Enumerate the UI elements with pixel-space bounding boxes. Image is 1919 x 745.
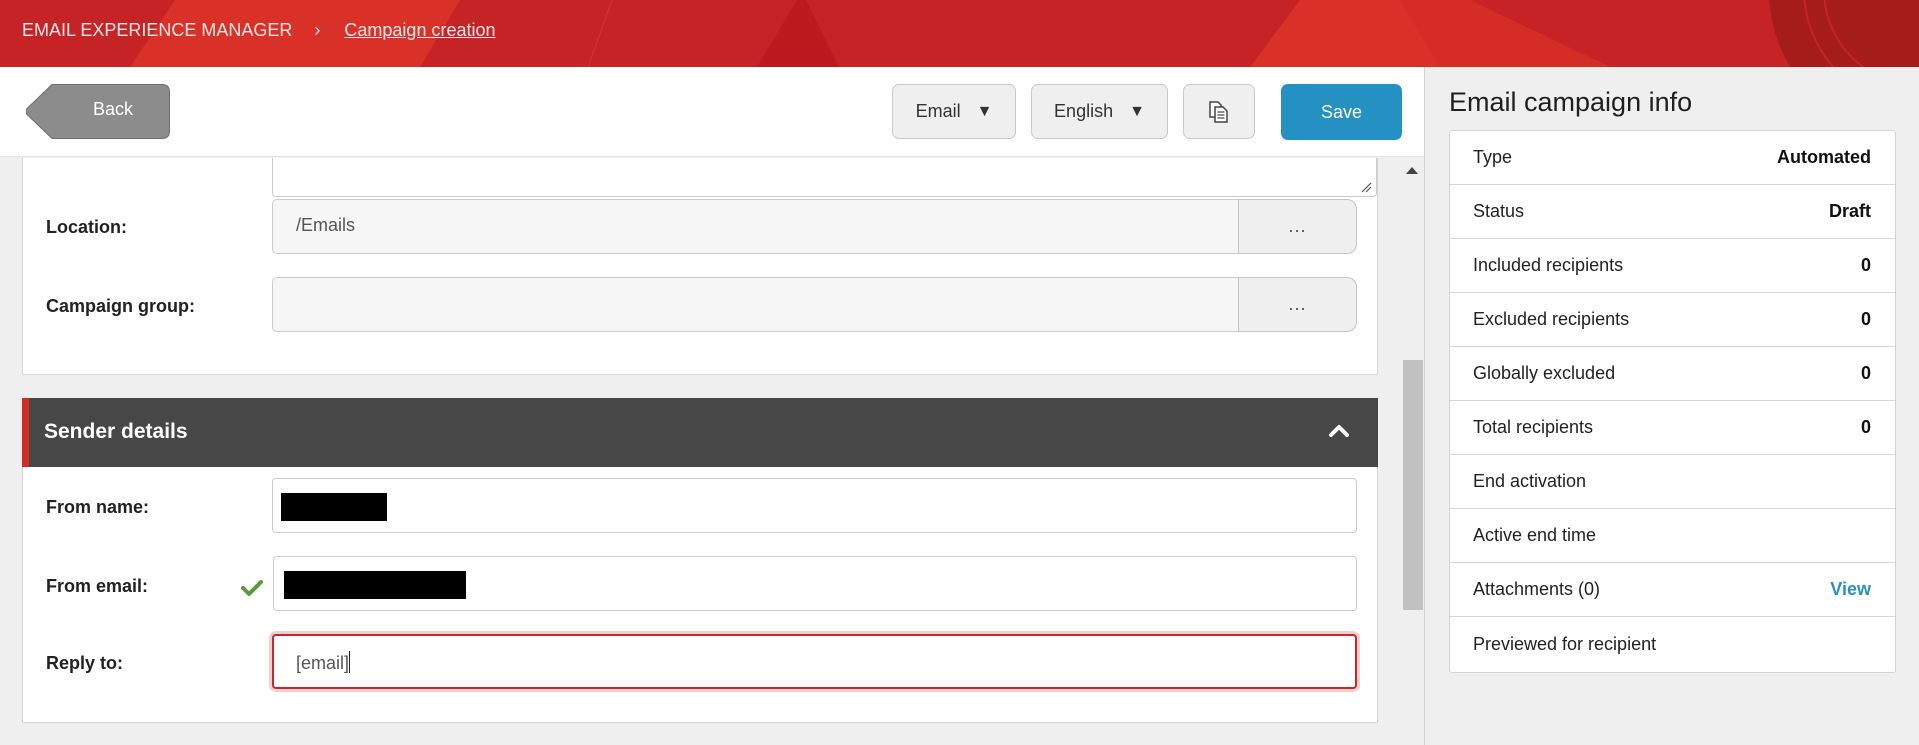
from-name-input[interactable] bbox=[272, 478, 1357, 533]
info-row-globally-excluded: Globally excluded 0 bbox=[1450, 347, 1895, 401]
text-cursor bbox=[349, 651, 351, 673]
redacted-value bbox=[281, 493, 387, 521]
campaign-form: Location: /Emails ... Campaign group: ..… bbox=[0, 158, 1424, 745]
language-select[interactable]: English ▼ bbox=[1031, 84, 1168, 139]
info-row-status: Status Draft bbox=[1450, 185, 1895, 239]
info-value: Draft bbox=[1828, 201, 1871, 221]
campaign-group-picker: ... bbox=[272, 277, 1357, 332]
info-label: Type bbox=[1473, 147, 1513, 167]
info-label: Status bbox=[1473, 201, 1525, 221]
info-label: Included recipients bbox=[1473, 255, 1624, 275]
info-label: Attachments (0) bbox=[1473, 579, 1601, 599]
info-value: Automated bbox=[1777, 147, 1871, 167]
campaign-group-input[interactable] bbox=[272, 277, 1238, 332]
info-value: 0 bbox=[1860, 255, 1871, 275]
breadcrumb-app-name[interactable]: EMAIL EXPERIENCE MANAGER bbox=[22, 20, 292, 41]
info-value: 0 bbox=[1860, 417, 1871, 437]
toolbar: Back Email ▼ English ▼ Save bbox=[0, 67, 1424, 157]
info-label: End activation bbox=[1473, 471, 1587, 491]
back-button-label: Back bbox=[92, 99, 134, 119]
from-name-label: From name: bbox=[46, 497, 150, 517]
scroll-up-arrow-icon[interactable] bbox=[1406, 167, 1418, 174]
copy-document-icon bbox=[1209, 100, 1228, 123]
section-title: Sender details bbox=[44, 420, 188, 443]
info-row-end-activation: End activation bbox=[1450, 455, 1895, 509]
save-button[interactable]: Save bbox=[1281, 84, 1402, 140]
location-input[interactable]: /Emails bbox=[272, 199, 1238, 254]
back-button[interactable]: Back bbox=[26, 84, 170, 139]
redacted-value bbox=[284, 571, 466, 599]
breadcrumb-separator-icon: › bbox=[314, 20, 321, 40]
info-row-attachments: Attachments (0) View bbox=[1450, 563, 1895, 617]
campaign-group-label: Campaign group: bbox=[46, 296, 195, 316]
info-label: Globally excluded bbox=[1473, 363, 1616, 383]
copy-button[interactable] bbox=[1183, 84, 1255, 139]
info-value: 0 bbox=[1860, 309, 1871, 329]
reply-to-value: [email] bbox=[296, 651, 351, 673]
info-label: Total recipients bbox=[1473, 417, 1594, 437]
description-textarea[interactable] bbox=[272, 158, 1377, 197]
breadcrumb: EMAIL EXPERIENCE MANAGER › Campaign crea… bbox=[22, 20, 496, 41]
panel-title: Email campaign info bbox=[1449, 87, 1693, 117]
info-list: Type Automated Status Draft Included recip… bbox=[1449, 130, 1896, 673]
reply-to-input[interactable]: [email] bbox=[272, 634, 1357, 689]
from-email-label: From email: bbox=[46, 576, 149, 596]
info-row-total-recipients: Total recipients 0 bbox=[1450, 401, 1895, 455]
location-label: Location: bbox=[46, 217, 127, 237]
sender-details-header[interactable]: Sender details bbox=[22, 398, 1378, 467]
scroll-thumb[interactable] bbox=[1403, 360, 1423, 610]
sender-details-card: From name: From email: Reply to: [email] bbox=[22, 467, 1378, 723]
caret-down-icon: ▼ bbox=[1129, 102, 1145, 120]
location-browse-button[interactable]: ... bbox=[1238, 199, 1357, 254]
info-row-excluded-recipients: Excluded recipients 0 bbox=[1450, 293, 1895, 347]
chevron-up-icon[interactable] bbox=[1328, 422, 1350, 438]
main-scrollbar[interactable] bbox=[1401, 158, 1424, 745]
campaign-info-panel: Email campaign info Type Automated Status… bbox=[1425, 67, 1919, 745]
info-label: Previewed for recipient bbox=[1473, 634, 1657, 654]
from-email-input[interactable] bbox=[273, 556, 1357, 611]
info-label: Excluded recipients bbox=[1473, 309, 1630, 329]
location-picker: /Emails ... bbox=[272, 199, 1357, 254]
info-row-previewed-for-recipient: Previewed for recipient bbox=[1450, 617, 1895, 672]
channel-select-value: Email bbox=[915, 101, 961, 121]
general-settings-card: Location: /Emails ... Campaign group: ..… bbox=[22, 158, 1378, 375]
breadcrumb-current-page[interactable]: Campaign creation bbox=[344, 20, 495, 41]
language-select-value: English bbox=[1054, 101, 1114, 121]
reply-to-label: Reply to: bbox=[46, 653, 124, 673]
resize-grip-icon[interactable] bbox=[1360, 181, 1372, 193]
campaign-group-browse-button[interactable]: ... bbox=[1238, 277, 1357, 332]
checkmark-icon bbox=[241, 580, 263, 596]
info-row-included-recipients: Included recipients 0 bbox=[1450, 239, 1895, 293]
app-header: EMAIL EXPERIENCE MANAGER › Campaign crea… bbox=[0, 0, 1919, 67]
view-attachments-link[interactable]: View bbox=[1830, 579, 1871, 600]
caret-down-icon: ▼ bbox=[976, 102, 993, 120]
info-row-type: Type Automated bbox=[1450, 131, 1895, 185]
info-row-active-end-time: Active end time bbox=[1450, 509, 1895, 563]
info-label: Active end time bbox=[1473, 525, 1597, 545]
channel-select[interactable]: Email ▼ bbox=[892, 84, 1016, 139]
info-value: 0 bbox=[1860, 363, 1871, 383]
